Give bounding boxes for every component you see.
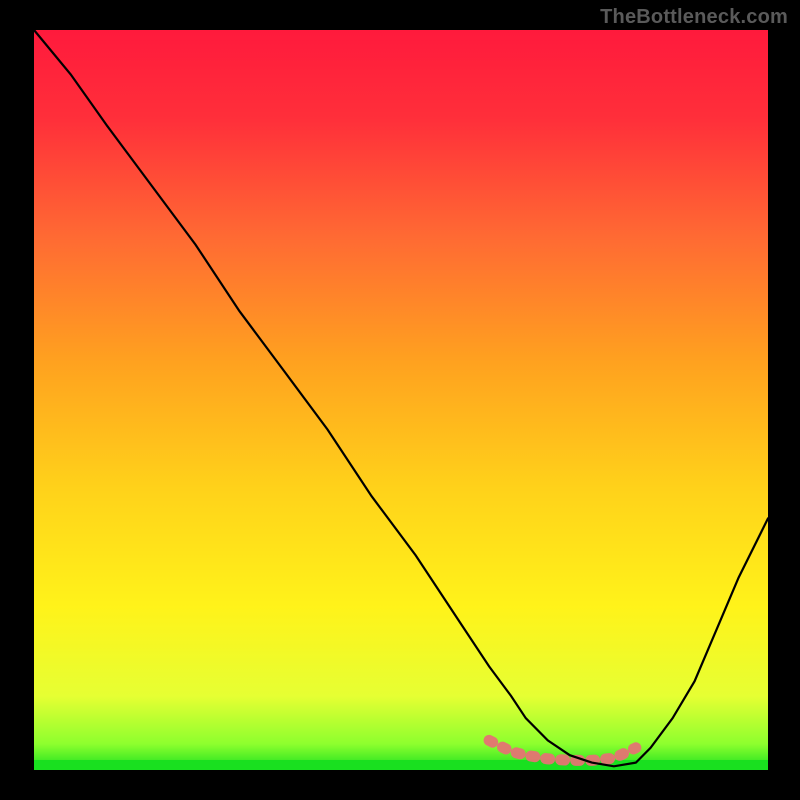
bottom-green-strip (34, 760, 768, 770)
plot-background (34, 30, 768, 770)
chart-svg (0, 0, 800, 800)
watermark-text: TheBottleneck.com (600, 6, 788, 29)
chart-frame: TheBottleneck.com (0, 0, 800, 800)
